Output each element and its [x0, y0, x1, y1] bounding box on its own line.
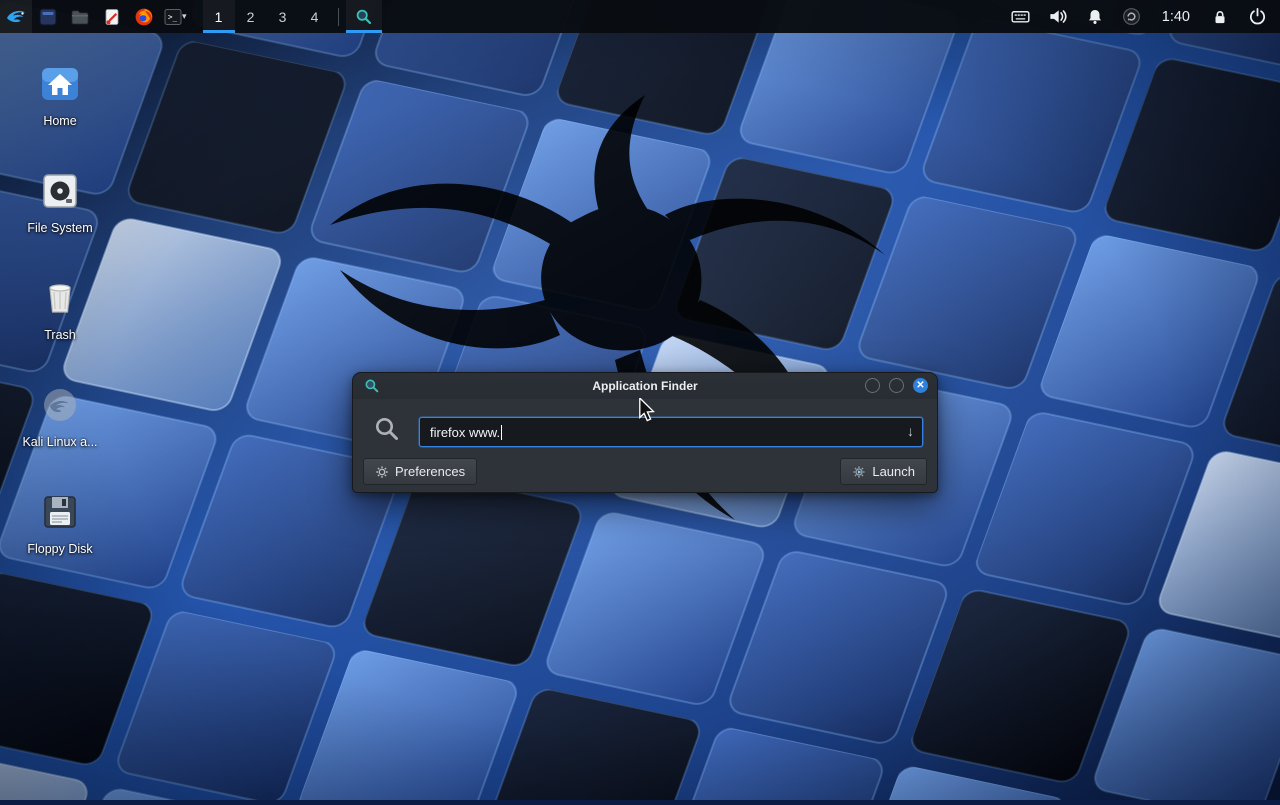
folder-icon[interactable] [64, 0, 96, 33]
volume-icon[interactable] [1047, 0, 1069, 33]
clock[interactable]: 1:40 [1158, 9, 1194, 25]
gear-icon [375, 465, 389, 479]
firefox-icon[interactable] [128, 0, 160, 33]
launch-button[interactable]: Launch [840, 458, 927, 485]
workspace-4[interactable]: 4 [299, 0, 331, 33]
tasklist-separator [338, 8, 339, 26]
launch-button-label: Launch [872, 464, 915, 479]
preferences-button[interactable]: Preferences [363, 458, 477, 485]
application-finder-icon [355, 8, 373, 26]
window-title: Application Finder [353, 379, 937, 393]
history-dropdown-arrow-icon[interactable]: ↓ [907, 423, 914, 439]
workspace-3[interactable]: 3 [267, 0, 299, 33]
search-input[interactable]: firefox www. ↓ [419, 417, 923, 447]
workspace-1-label: 1 [215, 9, 223, 25]
kali-installer-icon [36, 381, 84, 429]
workspace-1[interactable]: 1 [203, 0, 235, 33]
floppy-disk-icon [36, 488, 84, 536]
text-caret [501, 425, 502, 440]
desktop-icon-label: Floppy Disk [27, 542, 92, 556]
svg-text:>_: >_ [168, 12, 178, 21]
window-titlebar[interactable]: Application Finder ✕ [353, 373, 937, 399]
preferences-button-label: Preferences [395, 464, 465, 479]
trash-icon [36, 274, 84, 322]
file-system-drive-icon [36, 167, 84, 215]
system-tray: 1:40 [1010, 0, 1280, 33]
file-manager-icon[interactable] [32, 0, 64, 33]
application-finder-window: Application Finder ✕ firefox www. ↓ [352, 372, 938, 493]
application-finder-titlebar-icon [364, 378, 380, 399]
button-row: Preferences Launch [353, 458, 937, 486]
desktop-icon-file-system[interactable]: File System [8, 157, 112, 264]
terminal-icon: >_ [162, 6, 184, 28]
workspace-2-label: 2 [247, 9, 255, 25]
workspace-3-label: 3 [279, 9, 287, 25]
launch-gear-icon [852, 465, 866, 479]
taskbar-application-finder[interactable] [346, 0, 382, 33]
kali-menu-icon[interactable] [0, 0, 32, 33]
desktop-icon-home[interactable]: Home [8, 50, 112, 157]
terminal-launcher[interactable]: >_ ▾ [160, 0, 189, 33]
home-folder-icon [36, 60, 84, 108]
maximize-button[interactable] [889, 378, 904, 393]
logout-power-icon[interactable] [1246, 0, 1268, 33]
notifications-bell-icon[interactable] [1084, 0, 1106, 33]
search-row: firefox www. ↓ [353, 399, 937, 459]
launcher-dropdown-chevron[interactable]: ▾ [182, 11, 187, 22]
text-editor-icon[interactable] [96, 0, 128, 33]
close-button[interactable]: ✕ [913, 378, 928, 393]
desktop-icon-label: Kali Linux a... [22, 435, 97, 449]
minimize-button[interactable] [865, 378, 880, 393]
desktop-icon-kali-installer[interactable]: Kali Linux a... [8, 371, 112, 478]
desktop-icon-floppy-disk[interactable]: Floppy Disk [8, 478, 112, 585]
desktop-icon-column: Home File System Trash [8, 50, 112, 585]
lock-screen-icon[interactable] [1209, 0, 1231, 33]
top-panel: >_ ▾ 1 2 3 4 [0, 0, 1280, 33]
workspace-2[interactable]: 2 [235, 0, 267, 33]
desktop-icon-trash[interactable]: Trash [8, 264, 112, 371]
updates-icon[interactable] [1121, 0, 1143, 33]
workspace-4-label: 4 [311, 9, 319, 25]
desktop-icon-label: File System [27, 221, 92, 235]
keyboard-indicator-icon[interactable] [1010, 0, 1032, 33]
search-icon [373, 415, 401, 448]
search-input-value: firefox www. [430, 425, 500, 440]
desktop-icon-label: Home [43, 114, 76, 128]
desktop-icon-label: Trash [44, 328, 76, 342]
